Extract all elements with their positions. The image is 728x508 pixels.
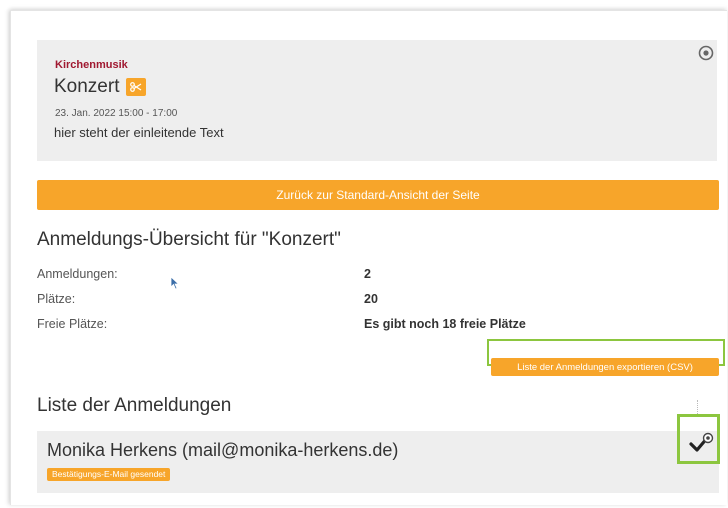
stats-row-registrations: Anmeldungen: 2 [37,267,697,285]
event-card: Kirchenmusik Konzert 23. Jan. 2022 15:00… [37,40,717,161]
stats-row-seats: Plätze: 20 [37,292,697,310]
divider-line [697,400,698,414]
export-csv-button[interactable]: Liste der Anmeldungen exportieren (CSV) [491,358,719,376]
mouse-cursor-icon [170,276,180,290]
stats-label: Plätze: [37,292,76,306]
status-badge: Bestätigungs-E-Mail gesendet [47,468,171,481]
event-date: 23. Jan. 2022 15:00 - 17:00 [55,108,178,119]
back-to-standard-view-button[interactable]: Zurück zur Standard-Ansicht der Seite [37,180,719,210]
stats-row-free-seats: Freie Plätze: Es gibt noch 18 freie Plät… [37,317,697,335]
event-category: Kirchenmusik [55,59,128,71]
registrant-name: Monika Herkens (mail@monika-herkens.de) [47,440,399,460]
scissors-icon[interactable] [126,78,147,96]
event-title-row: Konzert [54,75,147,99]
settings-circle-icon[interactable] [698,45,714,61]
event-intro-text: hier steht der einleitende Text [54,125,224,140]
stats-label: Anmeldungen: [37,267,118,281]
stats-label: Freie Plätze: [37,317,108,331]
checkmark-icon[interactable] [689,432,715,454]
stats-value: 2 [364,267,371,281]
list-item: Monika Herkens (mail@monika-herkens.de) … [37,431,719,493]
event-title: Konzert [54,76,120,97]
stats-value: Es gibt noch 18 freie Plätze [364,317,526,331]
overview-heading: Anmeldungs-Übersicht für "Konzert" [37,229,341,250]
registration-list-heading: Liste der Anmeldungen [37,395,232,416]
stats-value: 20 [364,292,378,306]
